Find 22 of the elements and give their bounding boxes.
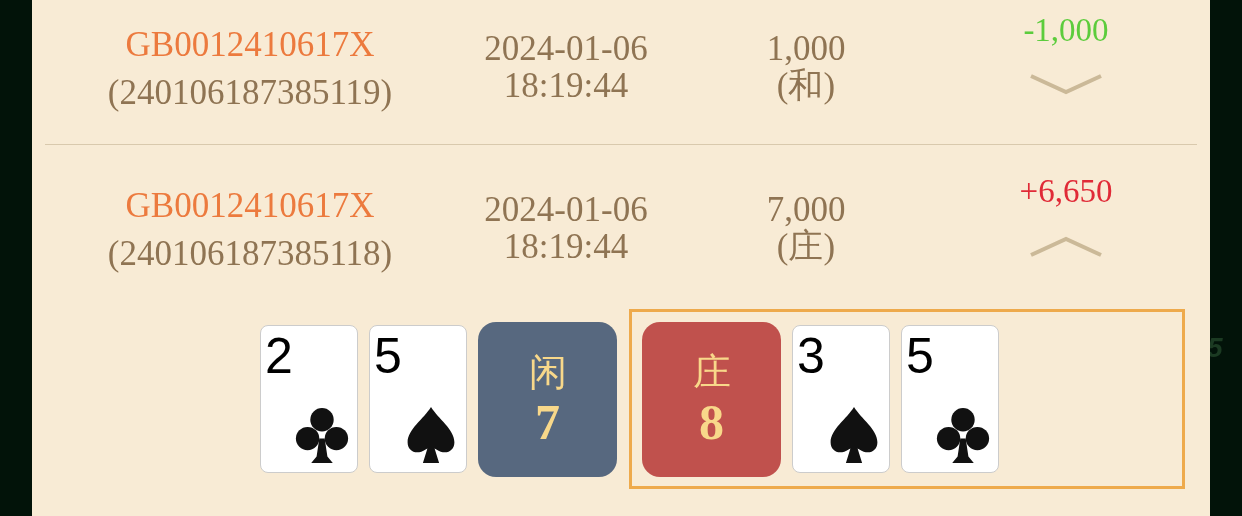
round-id: (240106187385119) — [107, 72, 393, 114]
bet-amount: 7,000 — [766, 191, 846, 228]
bet-date: 2024-01-06 — [484, 30, 648, 67]
bet-time: 18:19:44 — [503, 228, 629, 265]
table-id: GB0012410617X — [125, 24, 375, 66]
playing-card: 5 — [369, 325, 467, 473]
bet-choice: (庄) — [776, 228, 836, 265]
bet-amount: 1,000 — [766, 30, 846, 67]
playing-card: 3 — [792, 325, 890, 473]
playing-card: 2 — [260, 325, 358, 473]
table-id: GB0012410617X — [125, 185, 375, 227]
round-id: (240106187385118) — [107, 233, 393, 275]
bet-time: 18:19:44 — [503, 67, 629, 104]
bet-date: 2024-01-06 — [484, 191, 648, 228]
collapse-chevron-icon[interactable] — [1029, 235, 1103, 257]
expand-chevron-icon[interactable] — [1029, 74, 1103, 96]
hand-score-tile: 闲 7 — [478, 321, 617, 477]
payout-amount: -1,000 — [1023, 11, 1109, 50]
hand-score-tile: 庄 8 — [642, 321, 781, 477]
playing-card: 5 — [901, 325, 999, 473]
bet-choice: (和) — [776, 67, 836, 104]
payout-amount: +6,650 — [1019, 172, 1113, 211]
